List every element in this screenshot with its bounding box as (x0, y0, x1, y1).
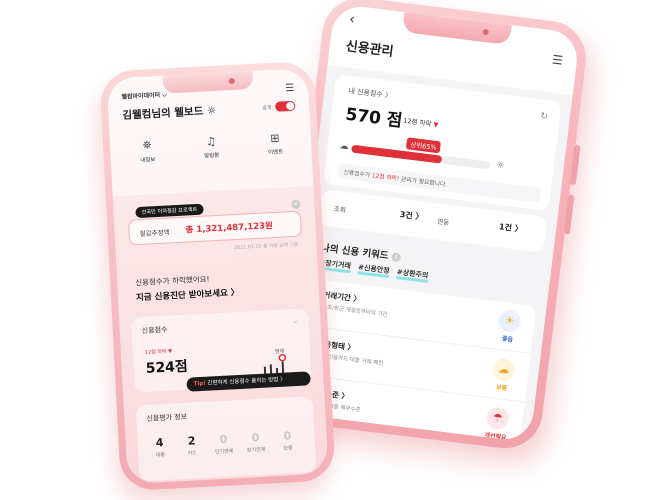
eval-value: 0 (283, 429, 292, 443)
inquiry-count[interactable]: 3건 〉 (399, 209, 424, 223)
left-phone-mockup: 웰컴마이데이터 ⌵ ☰ 김웰컴님의 웰보드 ☼ 공개 ⛯ 내정보 ♫ 알림함 ⊞… (99, 60, 336, 492)
inquiry-label: 조회 (333, 204, 347, 215)
eval-label: 장기연체 (246, 446, 266, 454)
score-change-text: 12점 하락 (402, 116, 432, 129)
eval-item-card[interactable]: 2 카드 (177, 434, 206, 457)
tip-text: 간편하게 신용점수 올리는 방법 〉 (205, 376, 286, 387)
keyword-desc: 최초/최근 개설로부터의 기간 (321, 304, 388, 319)
credit-card-title: 신용점수 (141, 325, 168, 336)
refresh-icon[interactable]: ↻ (540, 111, 549, 122)
umbrella-icon: ☂ (485, 406, 510, 431)
sun-icon: ☀ (497, 308, 522, 334)
eval-value: 2 (187, 434, 196, 448)
menu-icon[interactable]: ☰ (551, 52, 563, 67)
quick-menu-label: 내정보 (140, 157, 156, 164)
sparkline-current-marker (278, 353, 287, 362)
score-change: 12점 하락 ▼ (144, 348, 173, 356)
credit-score-value: 524점 (145, 358, 189, 377)
eval-label: 대출 (155, 452, 166, 459)
eval-item-guarantee[interactable]: 0 보증 (273, 429, 302, 452)
page-title: 신용관리 (344, 39, 395, 60)
keyword-status: 좋음 (501, 335, 514, 344)
keyword-tag: #신용안정 (357, 263, 391, 279)
wallet-icon: ⛯ (142, 138, 152, 152)
quick-menu-label: 이벤트 (267, 149, 284, 157)
bell-icon: ♫ (205, 134, 217, 149)
score-change: 12점 하락 ▼ (403, 115, 439, 129)
interest-saving-promo[interactable]: 절감추정액 총 1,321,487,123원 전국민 이자절감 프로젝트 × 2… (127, 199, 303, 258)
quick-menu-notifications[interactable]: ♫ 알림함 (186, 134, 237, 161)
promo-label: 절감추정액 (139, 228, 170, 239)
eval-label: 보증 (283, 445, 293, 452)
eval-label: 단기연체 (214, 448, 234, 456)
public-toggle[interactable] (274, 100, 296, 112)
eval-value: 0 (219, 432, 228, 447)
promo-amount: 총 1,321,487,123원 (185, 221, 274, 236)
sun-icon: ☼ (495, 160, 506, 172)
diagnosis-link[interactable]: 지금 신용진단 받아보세요 〉 (136, 286, 240, 303)
close-icon[interactable]: × (291, 199, 301, 210)
eval-title: 신용평가 정보 (146, 412, 188, 423)
cloud-sun-icon: ☁ (491, 357, 516, 383)
sparkline-label: 현재 (275, 348, 285, 355)
page-title: 김웰컴님의 웰보드 ☼ (122, 104, 217, 122)
public-toggle-label: 공개 (261, 104, 272, 112)
brand-dropdown[interactable]: 웰컴마이데이터 ⌵ (121, 89, 167, 101)
info-icon[interactable]: i (391, 252, 402, 263)
eval-value: 0 (251, 431, 260, 445)
keyword-tag: #상환주의 (396, 268, 429, 283)
gift-icon: ⊞ (269, 131, 280, 146)
note-suffix: ! 관리가 필요합니다. (396, 176, 448, 189)
keyword-status: 개선필요 (484, 431, 507, 442)
quick-menu-myinfo[interactable]: ⛯ 내정보 (122, 137, 173, 165)
quick-menu-label: 알림함 (203, 152, 220, 160)
eval-item-long-delinquency[interactable]: 0 장기연체 (241, 431, 270, 454)
volume-button (569, 144, 581, 186)
score-drop-message: 신용점수가 하락했어요! (135, 274, 210, 288)
back-icon[interactable]: ‹ (348, 11, 356, 28)
score-label[interactable]: 내 신용점수 〉 (348, 86, 393, 101)
promo-date: 2021.07.15 총 이용 금액 기준 (233, 242, 299, 252)
eval-item-short-delinquency[interactable]: 0 단기연체 (209, 432, 238, 456)
link-count[interactable]: 1건 〉 (498, 221, 524, 235)
credit-evaluation-card: 신용평가 정보 4 대출 2 카드 0 단기연체 0 장기연체 0 보증 (135, 396, 317, 482)
chevron-down-icon[interactable]: ⌵ (293, 317, 299, 326)
quick-menu-events[interactable]: ⊞ 이벤트 (250, 131, 301, 158)
power-button (563, 194, 575, 235)
credit-score-value: 570 점 (344, 104, 404, 132)
eval-label: 카드 (187, 450, 198, 457)
eval-item-loan[interactable]: 4 대출 (145, 436, 174, 459)
menu-icon[interactable]: ☰ (285, 83, 295, 94)
tip-prefix: Tip! (193, 380, 206, 388)
keyword-tags: #장기거래 #신용안정 #상환주의 (318, 258, 434, 283)
credit-score-card[interactable]: 내 신용점수 〉 ↻ 570 점 12점 하락 ▼ 상위65% ☁ ☼ 신용점수… (323, 74, 562, 212)
note-highlight: 12점 하락 (371, 173, 398, 183)
link-label: 연동 (436, 217, 450, 227)
note-prefix: 신용점수가 (343, 169, 373, 180)
down-arrow-icon: ▼ (432, 120, 439, 129)
left-screen: 웰컴마이데이터 ⌵ ☰ 김웰컴님의 웰보드 ☼ 공개 ⛯ 내정보 ♫ 알림함 ⊞… (106, 68, 329, 484)
eval-value: 4 (155, 436, 164, 450)
keyword-status: 보통 (495, 383, 508, 393)
cloud-icon: ☁ (339, 141, 350, 153)
